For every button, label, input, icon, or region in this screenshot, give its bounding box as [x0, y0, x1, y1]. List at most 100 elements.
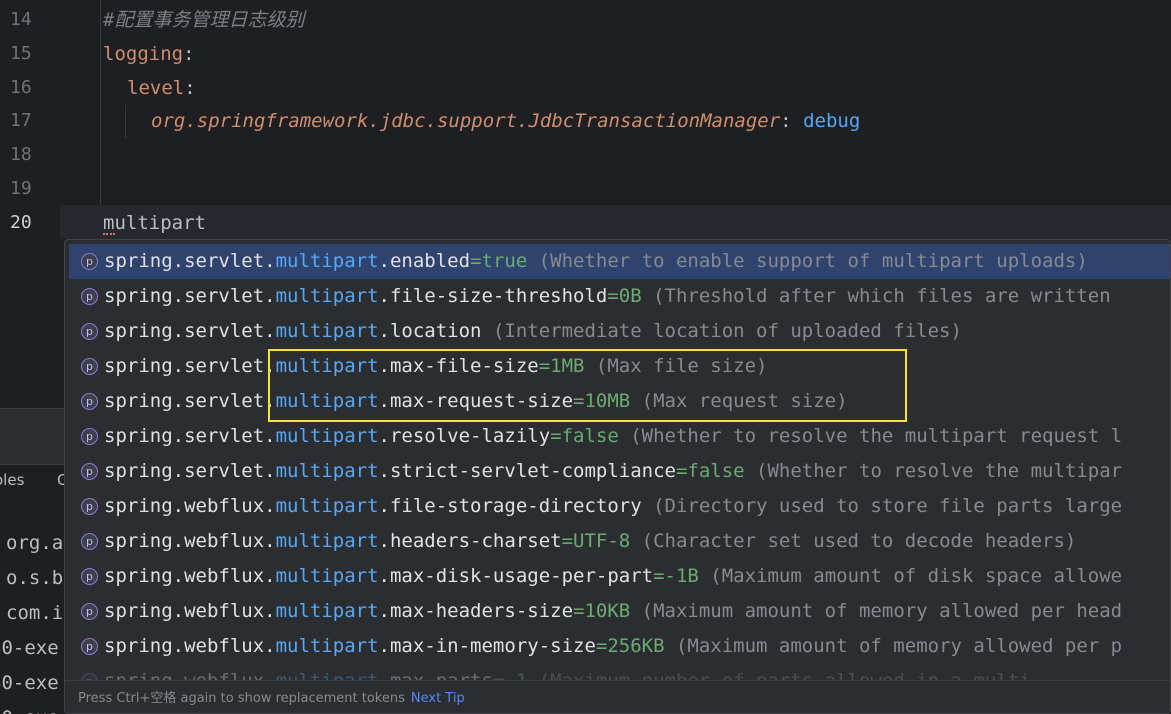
property-icon: p: [81, 568, 98, 585]
yaml-logging-line: logging:: [103, 37, 195, 71]
yaml-key-logging: logging: [103, 43, 184, 65]
property-icon: p: [81, 498, 98, 515]
item-suffix: .file-storage-directory: [378, 495, 642, 517]
item-match: multipart: [275, 600, 379, 622]
item-prefix: spring.servlet.: [104, 355, 276, 377]
item-match: multipart: [275, 250, 379, 272]
yaml-key-level: level: [127, 77, 185, 99]
item-description: (Maximum amount of memory allowed per he…: [630, 600, 1123, 622]
tab-variables[interactable]: oles: [0, 471, 24, 489]
item-default: =256KB: [595, 635, 665, 657]
item-prefix: spring.servlet.: [104, 460, 276, 482]
line-number-current: 20: [10, 212, 32, 233]
item-match: multipart: [275, 565, 379, 587]
completion-item[interactable]: p spring.servlet.multipart.location (Int…: [69, 314, 1170, 349]
item-default: =-1B: [653, 565, 699, 587]
item-suffix: .strict-servlet-compliance: [378, 460, 676, 482]
item-suffix: .max-headers-size: [378, 600, 574, 622]
completion-item[interactable]: p spring.webflux.multipart.max-in-memory…: [69, 629, 1170, 664]
indent-guide: [125, 105, 126, 138]
property-icon: p: [81, 323, 98, 340]
property-icon: p: [81, 603, 98, 620]
hint-text: Press Ctrl+空格 again to show replacement …: [78, 691, 405, 706]
item-description: (Intermediate location of uploaded files…: [481, 320, 962, 342]
log-line: 80-exe: [0, 707, 59, 714]
line-number: 17: [10, 110, 32, 131]
line-number: 15: [10, 43, 32, 64]
item-suffix: .resolve-lazily: [378, 425, 551, 447]
item-description: (Whether to enable support of multipart …: [527, 250, 1088, 272]
log-line: com.i: [6, 602, 64, 624]
item-match: multipart: [275, 320, 379, 342]
item-match: multipart: [275, 460, 379, 482]
next-tip-link[interactable]: Next Tip: [411, 691, 465, 706]
item-prefix: spring.servlet.: [104, 250, 276, 272]
completion-item[interactable]: p spring.servlet.multipart.enabled=true …: [69, 244, 1170, 279]
line-number: 14: [10, 9, 32, 30]
item-match: multipart: [275, 285, 379, 307]
item-suffix: .max-disk-usage-per-part: [378, 565, 654, 587]
item-description: (Whether to resolve the multipart reques…: [618, 425, 1123, 447]
item-prefix: spring.webflux.: [104, 495, 276, 517]
yaml-level-line: level:: [127, 71, 196, 105]
item-suffix: .max-in-memory-size: [378, 635, 596, 657]
item-default: =UTF-8: [561, 530, 631, 552]
yaml-colon: :: [184, 77, 196, 99]
item-suffix: .enabled: [378, 250, 471, 272]
item-prefix: spring.webflux.: [104, 530, 276, 552]
item-prefix: spring.servlet.: [104, 390, 276, 412]
completion-item[interactable]: p spring.webflux.multipart.headers-chars…: [69, 524, 1170, 559]
item-match: multipart: [275, 635, 379, 657]
item-prefix: spring.servlet.: [104, 285, 276, 307]
item-description: (Character set used to decode headers): [630, 530, 1077, 552]
line-number: 16: [10, 77, 32, 98]
completion-item[interactable]: p spring.webflux.multipart.max-disk-usag…: [69, 559, 1170, 594]
item-prefix: spring.servlet.: [104, 425, 276, 447]
line-number: 18: [10, 144, 32, 165]
property-icon: p: [81, 253, 98, 270]
item-prefix: spring.webflux.: [104, 635, 276, 657]
line-number-gutter: 14 15 16 17 18 19 20: [0, 0, 60, 408]
completion-item[interactable]: p spring.servlet.multipart.file-size-thr…: [69, 279, 1170, 314]
property-icon: p: [81, 463, 98, 480]
yaml-comment: #配置事务管理日志级别: [103, 9, 305, 31]
line-number: 19: [10, 178, 32, 199]
item-prefix: spring.webflux.: [104, 600, 276, 622]
item-match: multipart: [275, 495, 379, 517]
item-prefix: spring.webflux.: [104, 565, 276, 587]
indent-guide: [100, 0, 101, 205]
item-suffix: .headers-charset: [378, 530, 562, 552]
item-default: =false: [550, 425, 619, 447]
item-suffix: .location: [378, 320, 482, 342]
completion-item[interactable]: p spring.servlet.multipart.resolve-lazil…: [69, 419, 1170, 454]
item-default: =false: [675, 460, 745, 482]
item-description: (Maximum amount of memory allowed per p: [664, 635, 1123, 657]
log-line: o.s.b: [6, 567, 64, 589]
completion-hint-bar: Press Ctrl+空格 again to show replacement …: [65, 680, 1170, 713]
item-default: =10KB: [573, 600, 631, 622]
log-line: 80-exe: [0, 637, 59, 659]
item-match: multipart: [275, 425, 379, 447]
item-description: (Directory used to store file parts larg…: [641, 495, 1123, 517]
property-icon: p: [81, 428, 98, 445]
property-icon: p: [81, 358, 98, 375]
item-match: multipart: [275, 530, 379, 552]
log-line: 80-exe: [0, 672, 59, 694]
annotation-highlight-box: [268, 349, 907, 422]
error-squiggle: [103, 232, 115, 235]
yaml-key-logger: org.springframework.jdbc.support.JdbcTra…: [151, 110, 781, 132]
property-icon: p: [81, 638, 98, 655]
log-line: org.a: [6, 532, 64, 554]
completion-item[interactable]: p spring.webflux.multipart.max-headers-s…: [69, 594, 1170, 629]
item-description: (Threshold after which files are written: [641, 285, 1111, 307]
property-icon: p: [81, 393, 98, 410]
item-default: =0B: [607, 285, 642, 307]
yaml-colon: :: [780, 110, 792, 132]
yaml-logger-line: org.springframework.jdbc.support.JdbcTra…: [151, 104, 860, 138]
completion-item[interactable]: p spring.servlet.multipart.strict-servle…: [69, 454, 1170, 489]
completion-popup: p spring.servlet.multipart.enabled=true …: [64, 239, 1171, 714]
completion-item[interactable]: p spring.webflux.multipart.file-storage-…: [69, 489, 1170, 524]
item-description: (Whether to resolve the multipar: [744, 460, 1123, 482]
item-default: =true: [470, 250, 528, 272]
typed-text[interactable]: multipart: [103, 206, 206, 240]
